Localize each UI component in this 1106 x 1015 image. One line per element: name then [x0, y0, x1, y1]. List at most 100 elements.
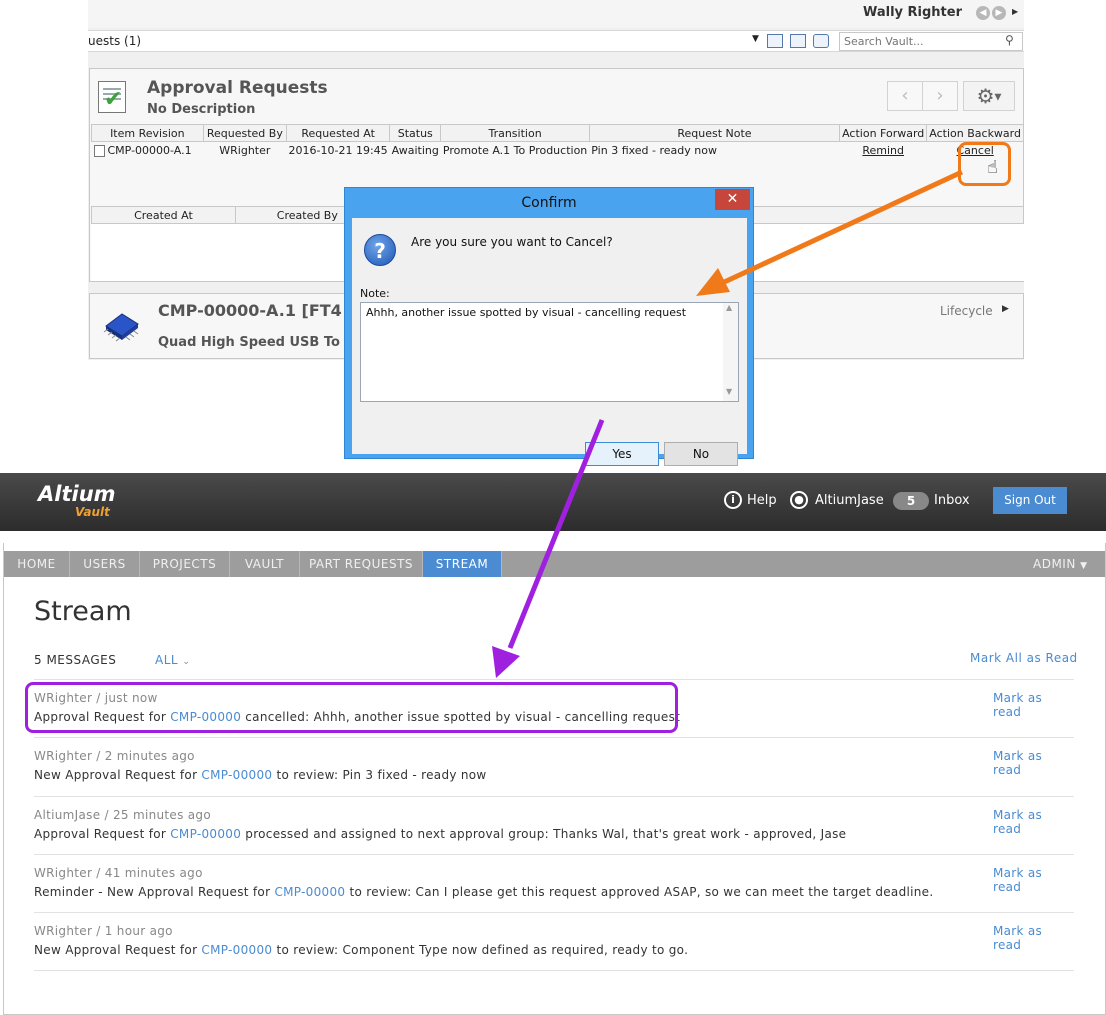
col-created-at[interactable]: Created At [91, 206, 236, 224]
col-action-forward[interactable]: Action Forward [839, 124, 928, 142]
inbox-count-badge[interactable]: 5 [893, 492, 929, 510]
user-name: Wally Righter [862, 5, 962, 20]
component-title: CMP-00000-A.1 [FT4 [158, 301, 342, 320]
refresh-icon[interactable] [813, 34, 829, 48]
col-requested-at[interactable]: Requested At [286, 124, 391, 142]
prev-button[interactable]: ‹ [887, 81, 923, 111]
path-dropdown-icon[interactable]: ▼ [752, 34, 759, 44]
cell-requested-at: 2016-10-21 19:45 [288, 143, 388, 157]
view-detail-icon[interactable] [790, 34, 806, 48]
cell-request-note: Pin 3 fixed - ready now [591, 143, 717, 157]
lifecycle-arrow-icon[interactable]: ▶ [1002, 304, 1009, 314]
no-button[interactable]: No [664, 442, 738, 466]
cell-item-revision: CMP-00000-A.1 [92, 142, 204, 159]
user-icon[interactable]: ● [790, 491, 808, 509]
close-icon[interactable]: ✕ [715, 189, 750, 210]
mark-as-read-link[interactable]: Mark as read [993, 808, 1074, 836]
back-icon[interactable]: ◀ [976, 6, 990, 20]
list-bottom-divider [34, 970, 1074, 971]
message-meta: AltiumJase / 25 minutes ago [34, 808, 211, 822]
component-link[interactable]: CMP-00000 [170, 827, 241, 841]
confirm-dialog: Confirm ✕ ? Are you sure you want to Can… [344, 187, 754, 466]
remind-link[interactable]: Remind [862, 144, 904, 157]
list-item: WRighter / 41 minutes ago Reminder - New… [34, 854, 1074, 912]
scroll-down-icon[interactable]: ▼ [726, 387, 732, 396]
vault-logo-subtitle: Vault [75, 505, 110, 519]
item-document-icon [93, 144, 105, 157]
col-item-revision[interactable]: Item Revision [91, 124, 204, 142]
help-link[interactable]: Help [747, 493, 777, 508]
col-requested-by[interactable]: Requested By [202, 124, 288, 142]
mark-as-read-link[interactable]: Mark as read [993, 924, 1074, 952]
help-icon[interactable]: i [724, 491, 742, 509]
user-link[interactable]: AltiumJase [815, 493, 884, 508]
gear-icon: ⚙ [976, 84, 995, 108]
table-row[interactable]: CMP-00000-A.1 WRighter 2016-10-21 19:45 … [92, 142, 1024, 159]
checkmark-icon: ✔ [104, 87, 123, 112]
path-bar: uests (1) ▼ ⚲ [88, 30, 1024, 52]
note-textarea[interactable]: Ahhh, another issue spotted by visual - … [360, 302, 739, 402]
search-icon[interactable]: ⚲ [1005, 33, 1014, 47]
chevron-down-icon: ⌄ [182, 657, 191, 667]
forward-icon[interactable]: ▶ [992, 6, 1006, 20]
mark-all-read-link[interactable]: Mark All as Read [970, 651, 1078, 665]
col-request-note[interactable]: Request Note [588, 124, 841, 142]
menu-arrow-icon[interactable]: ▶ [1012, 7, 1018, 16]
tab-users[interactable]: USERS [70, 551, 140, 577]
message-text: Approval Request for CMP-00000 processed… [34, 827, 847, 841]
next-button[interactable]: › [922, 81, 958, 111]
tab-vault[interactable]: VAULT [230, 551, 300, 577]
component-link[interactable]: CMP-00000 [201, 943, 272, 957]
dialog-body: ? Are you sure you want to Cancel? Note:… [352, 218, 747, 466]
main-nav: HOME USERS PROJECTS VAULT PART REQUESTS … [4, 551, 1105, 577]
dialog-title: Confirm [521, 195, 577, 211]
panel-description: No Description [147, 102, 256, 117]
question-icon: ? [364, 234, 396, 266]
page-title: Stream [34, 596, 132, 627]
list-item: AltiumJase / 25 minutes ago Approval Req… [34, 796, 1074, 854]
lifecycle-label[interactable]: Lifecycle [940, 304, 993, 318]
message-meta: WRighter / 41 minutes ago [34, 866, 203, 880]
panel-title: Approval Requests [147, 78, 328, 98]
col-transition[interactable]: Transition [440, 124, 590, 142]
inbox-link[interactable]: Inbox [934, 493, 970, 508]
admin-menu[interactable]: ADMIN ▼ [1033, 551, 1088, 577]
hand-cursor-icon: ☝ [987, 157, 998, 178]
message-meta: WRighter / 1 hour ago [34, 924, 173, 938]
cell-status: Awaiting [391, 143, 439, 157]
chevron-down-icon: ▼ [1080, 561, 1088, 571]
tab-projects[interactable]: PROJECTS [140, 551, 230, 577]
component-description: Quad High Speed USB To Mu [158, 335, 367, 350]
filter-dropdown[interactable]: ALL ⌄ [155, 653, 190, 667]
mark-as-read-link[interactable]: Mark as read [993, 691, 1074, 719]
message-count: 5 MESSAGES [34, 653, 117, 667]
list-item: WRighter / 1 hour ago New Approval Reque… [34, 912, 1074, 970]
dialog-message: Are you sure you want to Cancel? [411, 235, 613, 249]
cell-transition: Promote A.1 To Production [442, 143, 588, 157]
scroll-up-icon[interactable]: ▲ [726, 303, 732, 312]
tab-part-requests[interactable]: PART REQUESTS [300, 551, 423, 577]
component-link[interactable]: CMP-00000 [201, 768, 272, 782]
component-link[interactable]: CMP-00000 [274, 885, 345, 899]
yes-button[interactable]: Yes [585, 442, 659, 466]
user-bar: Wally Righter ◀ ▶ ▶ [88, 0, 1024, 28]
path-text: uests (1) [88, 34, 142, 48]
col-status[interactable]: Status [389, 124, 442, 142]
search-vault-input[interactable] [839, 32, 1023, 51]
col-action-backward[interactable]: Action Backward [926, 124, 1024, 142]
message-text: New Approval Request for CMP-00000 to re… [34, 943, 689, 957]
note-label: Note: [360, 287, 390, 300]
message-meta: WRighter / 2 minutes ago [34, 749, 195, 763]
cancel-highlight-box: ☝ [958, 142, 1011, 186]
view-list-icon[interactable] [767, 34, 783, 48]
tab-stream[interactable]: STREAM [423, 551, 502, 577]
note-scrollbar[interactable]: ▲ ▼ [723, 303, 738, 401]
mark-as-read-link[interactable]: Mark as read [993, 749, 1074, 777]
chevron-down-icon: ▼ [994, 92, 1002, 103]
mark-as-read-link[interactable]: Mark as read [993, 866, 1074, 894]
altium-logo[interactable]: Altium [38, 482, 116, 506]
sign-out-button[interactable]: Sign Out [993, 487, 1067, 514]
chip-icon [103, 313, 139, 342]
gear-menu-button[interactable]: ⚙▼ [963, 81, 1015, 111]
tab-home[interactable]: HOME [4, 551, 70, 577]
